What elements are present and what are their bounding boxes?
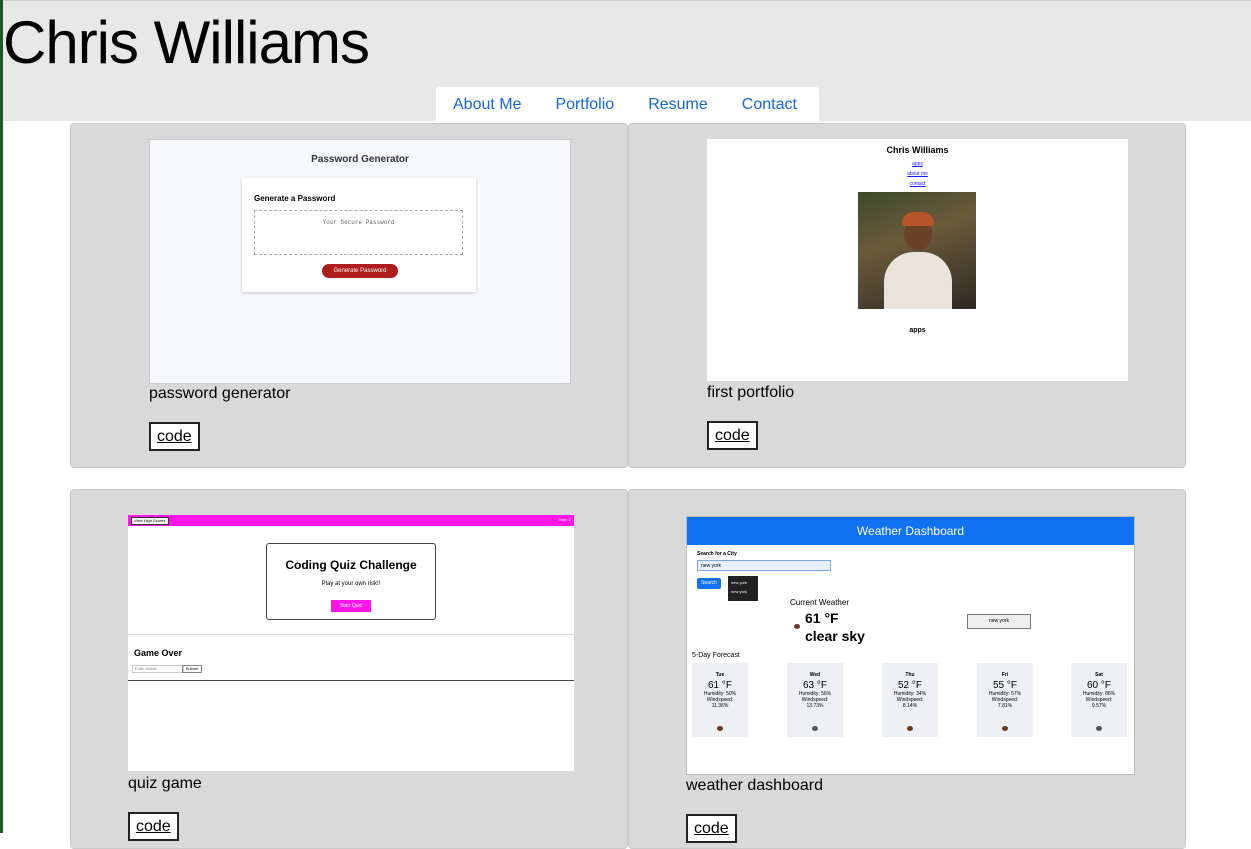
project-card-quiz-game: View High Scores Time: 0 Coding Quiz Cha… <box>70 489 628 849</box>
qz-shot-initials: Enter Initials <box>132 665 184 673</box>
forecast-wind: 8.14% <box>902 703 918 709</box>
qz-shot-subtitle: Play at your own risk!! <box>321 581 381 587</box>
code-button-first-portfolio[interactable]: code <box>707 421 758 450</box>
pw-shot-heading: Generate a Password <box>254 194 336 203</box>
nav-contact[interactable]: Contact <box>742 96 797 114</box>
forecast-wind: 13.73% <box>806 703 824 709</box>
forecast-day-name: Sat <box>1095 672 1103 678</box>
wd-shot-history-button: new york <box>967 614 1031 629</box>
profile-photo <box>858 192 976 309</box>
wd-shot-forecast-label: 5-Day Forecast <box>692 652 740 659</box>
forecast-temp: 52 °F <box>897 680 922 691</box>
forecast-day-name: Thu <box>905 672 915 678</box>
window-edge <box>0 0 3 833</box>
weather-dashboard-screenshot[interactable]: Weather Dashboard Search for a City new … <box>686 516 1135 775</box>
site-header: Chris Williams About Me Portfolio Resume… <box>3 0 1251 122</box>
wd-shot-title: Weather Dashboard <box>687 517 1134 545</box>
pw-shot-card: Generate a Password Your Secure Password… <box>242 178 476 292</box>
forecast-day: Fri 55 °F Humidity: 57% Windspeed: 7.81% <box>977 663 1033 737</box>
nav-portfolio[interactable]: Portfolio <box>555 96 614 114</box>
forecast-temp: 60 °F <box>1086 680 1111 691</box>
wd-shot-search-input: new york <box>697 560 831 571</box>
forecast-wind: 7.81% <box>997 703 1013 709</box>
qz-shot-title: Coding Quiz Challenge <box>285 558 417 572</box>
forecast-day-name: Wed <box>809 672 821 678</box>
forecast-day: Sat 60 °F Humidity: 86% Windspeed: 9.57% <box>1071 663 1127 737</box>
pw-shot-title: Password Generator <box>311 154 409 165</box>
weather-icon <box>1002 726 1008 731</box>
wd-shot-search-button: Search <box>697 578 721 589</box>
forecast-temp: 55 °F <box>992 680 1017 691</box>
qz-shot-submit: Submit <box>182 665 202 673</box>
pw-shot-generate-button: Generate Password <box>322 264 398 278</box>
first-portfolio-screenshot[interactable]: Chris Williams apps about me contact app… <box>707 139 1128 381</box>
qz-shot-topbar: View High Scores Time: 0 <box>128 515 574 526</box>
project-caption: weather dashboard <box>686 777 823 794</box>
fp-shot-section-apps: apps <box>909 327 926 334</box>
forecast-wind: 11.36% <box>711 703 729 709</box>
qz-shot-highscores: View High Scores <box>131 517 169 525</box>
project-caption: first portfolio <box>707 384 795 401</box>
fp-shot-link-apps: apps <box>912 161 923 167</box>
fp-shot-link-contact: contact <box>909 181 926 187</box>
qz-shot-game-over-title: Game Over <box>134 648 183 658</box>
forecast-temp: 61 °F <box>707 680 732 691</box>
quiz-game-screenshot[interactable]: View High Scores Time: 0 Coding Quiz Cha… <box>128 515 574 771</box>
weather-icon <box>812 726 818 731</box>
project-caption: quiz game <box>128 775 202 792</box>
fp-shot-name: Chris Williams <box>886 145 949 155</box>
wd-shot-autocomplete-item: new york <box>731 589 748 594</box>
qz-shot-start-button: Start Quiz <box>331 600 371 612</box>
code-button-quiz-game[interactable]: code <box>128 812 179 841</box>
weather-icon <box>1096 726 1102 731</box>
wd-shot-search-label: Search for a City <box>697 551 737 557</box>
forecast-day: Thu 52 °F Humidity: 34% Windspeed: 8.14% <box>882 663 938 737</box>
forecast-wind: 9.57% <box>1091 703 1107 709</box>
forecast-day-name: Fri <box>1001 672 1009 678</box>
forecast-day-name: Tue <box>715 672 725 678</box>
wd-shot-current-desc: clear sky <box>805 628 865 644</box>
fp-shot-link-about: about me <box>907 171 928 177</box>
wd-shot-current-temp: 61 °F <box>805 610 839 626</box>
forecast-temp: 63 °F <box>802 680 827 691</box>
nav-about-me[interactable]: About Me <box>453 96 521 114</box>
project-card-weather-dashboard: Weather Dashboard Search for a City new … <box>628 489 1186 849</box>
wd-shot-autocomplete: new york new york <box>728 576 758 601</box>
main-nav: About Me Portfolio Resume Contact <box>436 87 819 122</box>
project-caption: password generator <box>149 385 291 402</box>
project-card-password-generator: Password Generator Generate a Password Y… <box>70 123 628 468</box>
qz-shot-timer: Time: 0 <box>557 517 571 522</box>
qz-shot-card: Coding Quiz Challenge Play at your own r… <box>266 543 436 620</box>
forecast-day: Wed 63 °F Humidity: 56% Windspeed: 13.73… <box>787 663 843 737</box>
pw-shot-textarea: Your Secure Password <box>254 210 463 255</box>
weather-icon <box>907 726 913 731</box>
qz-shot-game-over: Game Over Enter Initials Submit <box>128 634 574 681</box>
wd-shot-current-label: Current Weather <box>790 598 849 607</box>
project-card-first-portfolio: Chris Williams apps about me contact app… <box>628 123 1186 468</box>
weather-icon <box>717 726 723 731</box>
weather-icon <box>794 624 800 629</box>
code-button-weather-dashboard[interactable]: code <box>686 814 737 843</box>
code-button-password-generator[interactable]: code <box>149 422 200 451</box>
wd-shot-autocomplete-item: new york <box>731 580 748 585</box>
password-generator-screenshot[interactable]: Password Generator Generate a Password Y… <box>149 139 571 384</box>
forecast-day: Tue 61 °F Humidity: 50% Windspeed: 11.36… <box>692 663 748 737</box>
nav-resume[interactable]: Resume <box>648 96 708 114</box>
site-title: Chris Williams <box>3 9 370 76</box>
